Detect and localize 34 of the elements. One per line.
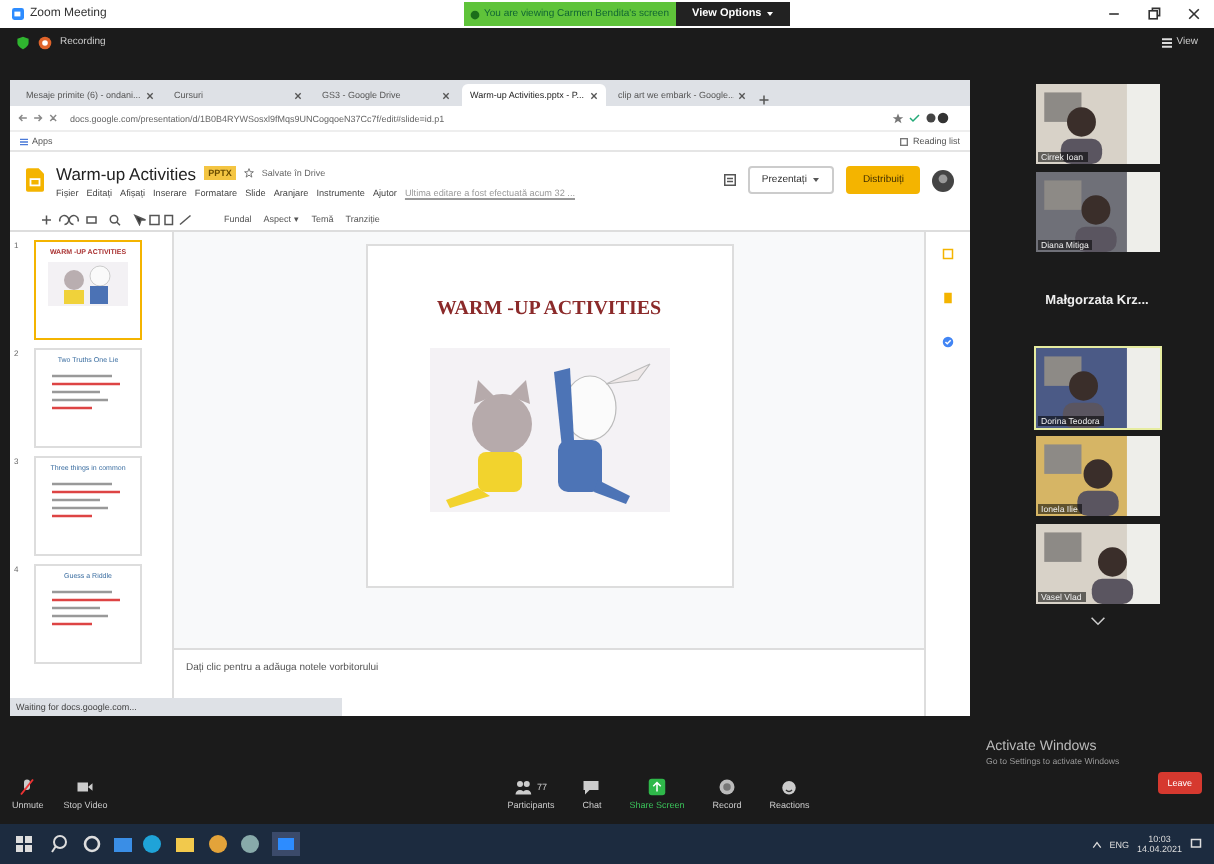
- grid-icon: [1162, 37, 1173, 47]
- slide-title: WARM -UP ACTIVITIES: [436, 298, 662, 320]
- chevron-up-icon[interactable]: [1091, 839, 1102, 849]
- camera-icon: [76, 778, 95, 796]
- apps-icon: [20, 137, 28, 145]
- close-icon[interactable]: [738, 91, 746, 99]
- document-title[interactable]: Warm-up Activities: [56, 163, 197, 183]
- notification-icon[interactable]: [1190, 838, 1202, 850]
- chat-icon: [582, 778, 601, 796]
- app-logo-icon: [12, 8, 24, 20]
- caret-icon: [765, 10, 774, 18]
- star-icon[interactable]: [243, 168, 254, 178]
- close-icon[interactable]: [146, 91, 154, 99]
- slides-logo-icon: [26, 168, 44, 192]
- slide-canvas[interactable]: WARM -UP ACTIVITIES: [365, 244, 733, 588]
- close-icon[interactable]: [1186, 6, 1202, 22]
- muted-microphone-icon: [18, 778, 37, 796]
- navigation-icon[interactable]: [18, 112, 62, 124]
- people-icon: [514, 778, 533, 796]
- new-tab-icon[interactable]: [758, 94, 770, 106]
- smiley-icon: [780, 778, 799, 796]
- chevron-down-icon[interactable]: [1089, 616, 1105, 626]
- close-icon[interactable]: [294, 91, 302, 99]
- list-icon: [900, 137, 909, 145]
- caret-icon: [812, 176, 821, 184]
- restore-icon[interactable]: [1146, 6, 1162, 22]
- close-icon[interactable]: [442, 91, 450, 99]
- close-icon[interactable]: [590, 91, 598, 99]
- avatar-icon[interactable]: [932, 169, 954, 191]
- record-icon: [718, 778, 737, 796]
- tasks-icon[interactable]: [942, 336, 954, 348]
- comment-icon[interactable]: [723, 174, 736, 186]
- share-screen-icon: [648, 778, 666, 796]
- record-icon: [38, 35, 52, 49]
